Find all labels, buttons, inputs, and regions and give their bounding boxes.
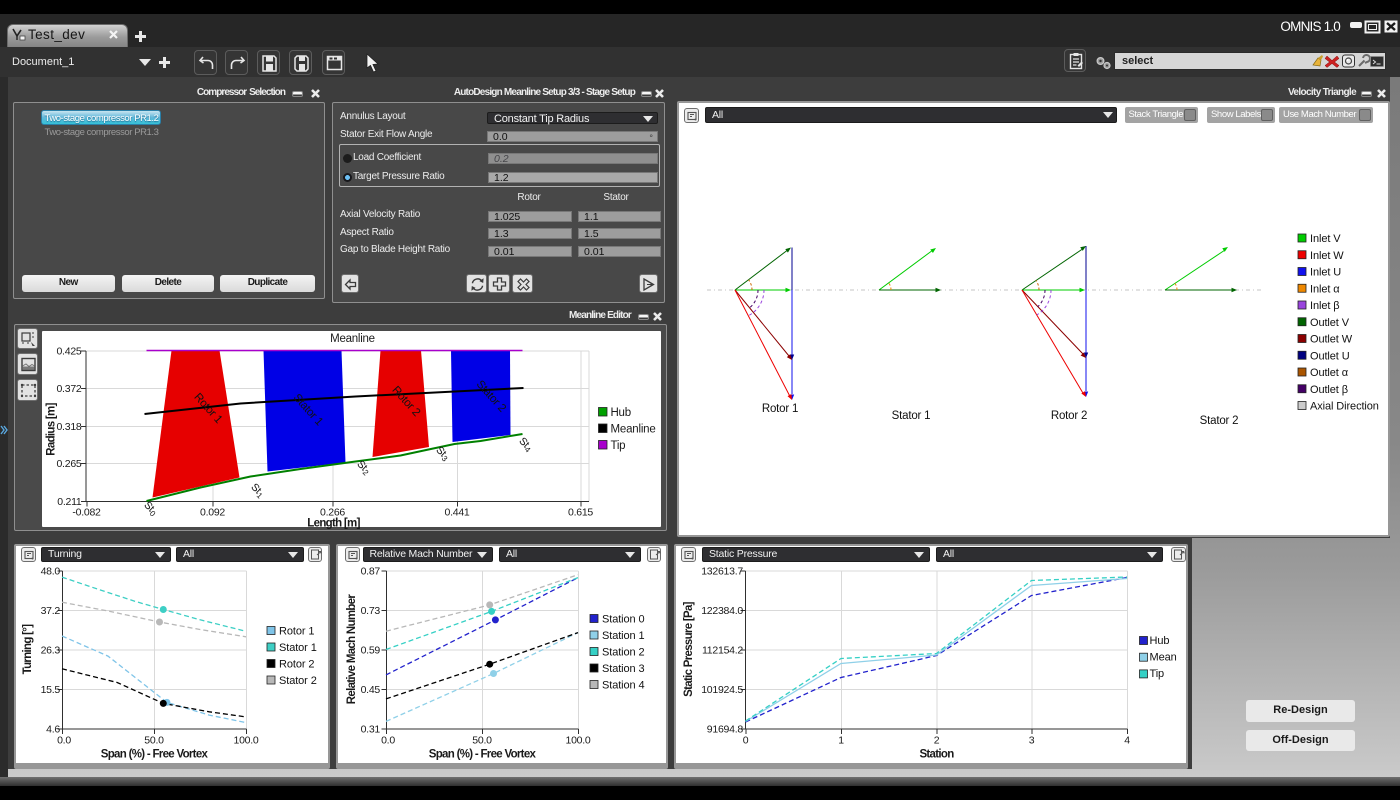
svg-text:Stator 2: Stator 2: [279, 675, 317, 687]
svg-text:0.87: 0.87: [361, 565, 381, 577]
svg-text:112154.2: 112154.2: [702, 644, 743, 656]
svg-text:Mean: Mean: [1150, 651, 1177, 663]
svg-text:Static Pressure [Pa]: Static Pressure [Pa]: [683, 601, 695, 697]
svg-text:37.2: 37.2: [41, 605, 61, 617]
svg-text:0.425: 0.425: [56, 345, 81, 357]
svg-text:St1: St1: [247, 481, 267, 501]
svg-text:Span (%) - Free Vortex: Span (%) - Free Vortex: [429, 748, 537, 760]
svg-text:0.31: 0.31: [361, 723, 381, 735]
svg-text:Tip: Tip: [610, 440, 625, 452]
svg-text:Station 2: Station 2: [602, 646, 645, 658]
svg-text:Rotor 2: Rotor 2: [1051, 410, 1087, 422]
svg-text:St4: St4: [515, 435, 535, 455]
svg-text:122384.0: 122384.0: [701, 605, 743, 617]
svg-text:100.0: 100.0: [565, 734, 590, 746]
svg-text:Turning [°]: Turning [°]: [22, 623, 34, 674]
svg-text:St0: St0: [140, 499, 160, 519]
svg-text:0.441: 0.441: [444, 506, 469, 518]
svg-text:0.265: 0.265: [56, 458, 81, 470]
svg-text:0.318: 0.318: [56, 421, 81, 433]
svg-text:2: 2: [934, 734, 940, 746]
svg-text:Rotor 1: Rotor 1: [762, 403, 798, 415]
svg-text:Stator 1: Stator 1: [892, 410, 931, 422]
svg-text:Rotor 2: Rotor 2: [279, 658, 314, 670]
svg-text:0.0: 0.0: [381, 734, 395, 746]
svg-text:Axial Direction: Axial Direction: [1310, 401, 1379, 413]
svg-text:Stator 1: Stator 1: [279, 642, 317, 654]
svg-text:Span (%) - Free Vortex: Span (%) - Free Vortex: [101, 748, 209, 760]
svg-text:-0.082: -0.082: [72, 506, 101, 518]
svg-text:0.615: 0.615: [567, 506, 592, 518]
svg-text:Outlet α: Outlet α: [1310, 367, 1349, 379]
svg-text:0: 0: [743, 734, 749, 746]
svg-text:Outlet W: Outlet W: [1310, 334, 1353, 346]
svg-text:Inlet V: Inlet V: [1310, 233, 1341, 245]
svg-text:0.45: 0.45: [361, 684, 381, 696]
svg-text:Hub: Hub: [1150, 635, 1170, 647]
svg-text:Length [m]: Length [m]: [307, 517, 360, 529]
svg-text:Inlet β: Inlet β: [1310, 300, 1339, 312]
svg-text:Outlet V: Outlet V: [1310, 317, 1350, 329]
svg-text:Station 3: Station 3: [602, 663, 645, 675]
svg-text:100.0: 100.0: [233, 734, 258, 746]
svg-text:Station 4: Station 4: [602, 679, 645, 691]
svg-text:Stator 2: Stator 2: [1200, 415, 1239, 427]
svg-text:50.0: 50.0: [144, 734, 164, 746]
svg-text:Meanline: Meanline: [330, 333, 375, 345]
svg-text:26.3: 26.3: [41, 644, 61, 656]
svg-text:Station 1: Station 1: [602, 630, 645, 642]
svg-text:1: 1: [838, 734, 844, 746]
svg-text:Inlet α: Inlet α: [1310, 283, 1340, 295]
svg-text:Relative Mach Number: Relative Mach Number: [346, 593, 358, 704]
svg-text:Tip: Tip: [1150, 668, 1165, 680]
svg-text:15.5: 15.5: [41, 684, 61, 696]
svg-text:50.0: 50.0: [472, 734, 492, 746]
svg-text:0.092: 0.092: [199, 506, 224, 518]
svg-text:Hub: Hub: [610, 407, 630, 419]
svg-text:3: 3: [1029, 734, 1035, 746]
svg-text:48.0: 48.0: [41, 565, 61, 577]
svg-text:0.73: 0.73: [361, 605, 381, 617]
svg-text:Inlet W: Inlet W: [1310, 250, 1344, 262]
svg-text:0.59: 0.59: [361, 644, 381, 656]
svg-text:Outlet U: Outlet U: [1310, 350, 1350, 362]
svg-text:Station: Station: [919, 748, 954, 760]
svg-text:0.372: 0.372: [56, 383, 81, 395]
svg-text:Radius [m]: Radius [m]: [45, 402, 57, 455]
svg-text:0.0: 0.0: [57, 734, 71, 746]
svg-text:Outlet β: Outlet β: [1310, 384, 1348, 396]
svg-text:Station 0: Station 0: [602, 613, 645, 625]
svg-text:Meanline: Meanline: [610, 423, 655, 435]
svg-text:101924.5: 101924.5: [701, 684, 743, 696]
svg-text:Inlet U: Inlet U: [1310, 267, 1341, 279]
svg-text:4: 4: [1124, 734, 1130, 746]
svg-text:91694.8: 91694.8: [707, 723, 744, 735]
svg-text:132613.7: 132613.7: [701, 565, 743, 577]
svg-text:Rotor 1: Rotor 1: [279, 625, 314, 637]
